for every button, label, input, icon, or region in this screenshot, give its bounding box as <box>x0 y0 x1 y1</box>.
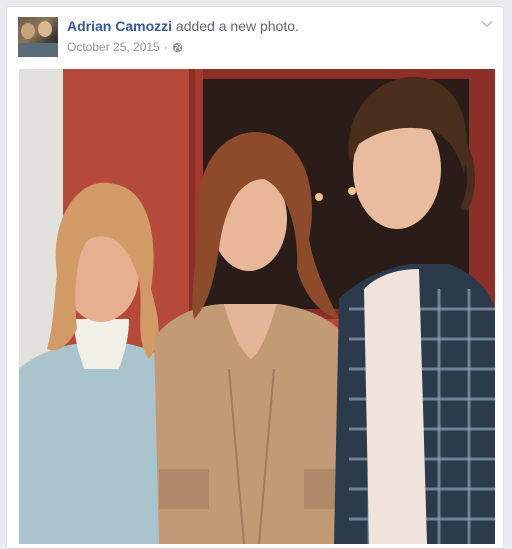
post-meta: October 25, 2015 · <box>67 40 183 54</box>
post-card: Adrian Camozzi added a new photo. Octobe… <box>6 6 504 549</box>
post-header: Adrian Camozzi added a new photo. <box>67 18 299 34</box>
globe-icon[interactable] <box>172 42 183 53</box>
meta-separator: · <box>163 40 168 54</box>
chevron-down-icon[interactable] <box>480 17 494 31</box>
avatar[interactable] <box>18 17 58 57</box>
author-name-link[interactable]: Adrian Camozzi <box>67 18 172 34</box>
post-photo[interactable] <box>19 69 495 544</box>
post-timestamp[interactable]: October 25, 2015 <box>67 40 160 54</box>
post-action-text: added a new photo. <box>175 18 299 34</box>
